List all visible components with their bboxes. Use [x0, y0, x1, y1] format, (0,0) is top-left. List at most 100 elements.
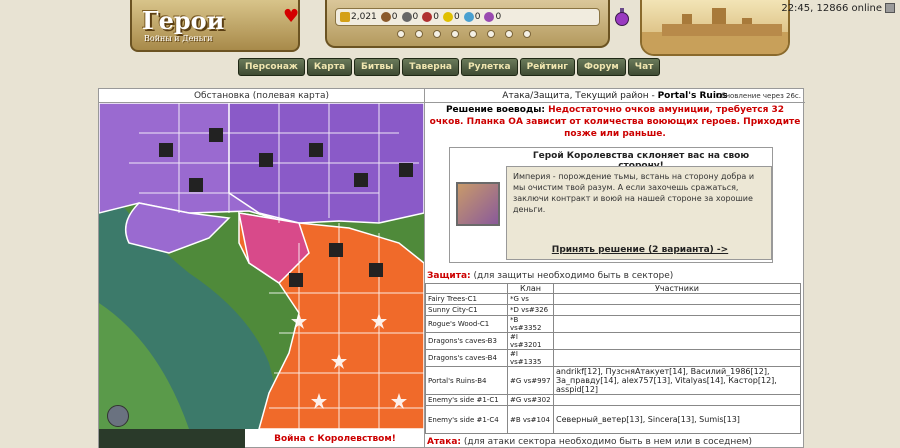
nav-button[interactable]: Рейтинг: [519, 58, 576, 76]
table-row: Dragons's caves-B4 #I vs#1335: [425, 349, 801, 367]
resource-value: 0: [412, 12, 419, 22]
online-icon[interactable]: [885, 3, 895, 13]
resource-item: 0: [380, 12, 398, 22]
participants-cell: [553, 332, 801, 350]
decision-label: Решение воеводы:: [445, 105, 549, 115]
army-slot[interactable]: [397, 30, 405, 38]
clan-cell: *B vs#3352: [507, 315, 554, 333]
table-row: Enemy's side #1-C4 #B vs#104 Северный_вете…: [425, 405, 801, 434]
sector-cell[interactable]: Enemy's side #1-C1: [425, 394, 508, 406]
defense-note: (для защиты необходимо быть в секторе): [470, 271, 674, 281]
castle-banner: [640, 0, 790, 56]
defense-label: Защита:: [427, 271, 471, 281]
sector-cell[interactable]: Rogue's Wood-C1: [425, 315, 508, 333]
clan-cell: *G vs: [507, 293, 554, 305]
sector-cell[interactable]: Dragons's caves-B3: [425, 332, 508, 350]
clan-cell: #I vs#1335: [507, 349, 554, 367]
defense-heading: Защита: (для защиты необходимо быть в се…: [427, 271, 673, 281]
col-participants: Участники: [553, 283, 801, 294]
resource-value: 0: [474, 12, 481, 22]
offer-box: Империя - порождение тьмы, встань на сто…: [506, 166, 772, 260]
nav-button[interactable]: Чат: [627, 58, 661, 76]
logo-title: Герои: [142, 6, 225, 35]
participants-cell: Северный_ветер[13], Sincera[13], Sumis[1…: [553, 405, 801, 434]
compass-icon[interactable]: [107, 405, 129, 427]
participants-cell: [553, 293, 801, 305]
sulfur-icon: [442, 12, 453, 22]
participants-cell: [553, 349, 801, 367]
attack-label: Атака:: [427, 437, 462, 447]
castle-icon: [642, 8, 788, 54]
map-title: Обстановка (полевая карта): [99, 89, 424, 103]
resource-item: 2,021: [340, 12, 377, 22]
logo-subtitle: Войны и Деньги: [144, 34, 213, 43]
table-row: Enemy's side #1-C1 #G vs#302: [425, 394, 801, 406]
attack-heading: Атака: (для атаки сектора необходимо быт…: [427, 437, 752, 447]
map-canvas[interactable]: [99, 103, 424, 429]
resource-bar: 2,021 0 0 0 0 0 0: [325, 0, 610, 48]
offer-text: Империя - порождение тьмы, встань на сто…: [513, 172, 755, 214]
refresh-timer: Обновление через 26с.: [715, 92, 801, 100]
army-slot[interactable]: [523, 30, 531, 38]
col-sector: [425, 283, 508, 294]
table-row: Fairy Trees-C1 *G vs: [425, 293, 801, 305]
war-panel: Обстановка (полевая карта) Война с Корол…: [98, 88, 805, 448]
clan-cell: *D vs#326: [507, 304, 554, 316]
army-slot[interactable]: [469, 30, 477, 38]
main-nav: Персонаж Карта Битвы Таверна Рулетка Рейтинг Ф…: [238, 58, 662, 76]
logo[interactable]: Герои Войны и Деньги: [130, 0, 406, 52]
battle-column: Атака/Защита, Текущий район - Portal's R…: [425, 89, 805, 448]
potion-icon[interactable]: [614, 8, 630, 26]
table-header: Клан Участники: [425, 283, 801, 294]
nav-button[interactable]: Таверна: [402, 58, 459, 76]
nav-button[interactable]: Битвы: [354, 58, 401, 76]
resource-value: 0: [453, 12, 460, 22]
clan-cell: #G vs#997: [507, 366, 554, 395]
wood-icon: [380, 12, 391, 22]
resource-value: 2,021: [351, 12, 377, 22]
defense-table: Клан Участники Fairy Trees-C1 *G vs Sunny …: [425, 283, 801, 434]
participants-cell: [553, 304, 801, 316]
resource-item: 0: [401, 12, 419, 22]
gem-icon: [484, 12, 495, 22]
nav-button[interactable]: Форум: [577, 58, 626, 76]
table-row: Rogue's Wood-C1 *B vs#3352: [425, 315, 801, 333]
district-prefix: Атака/Защита, Текущий район -: [502, 91, 658, 101]
clan-cell: #B vs#104: [507, 405, 554, 434]
decision-message: Решение воеводы: Недостаточно очков амун…: [425, 103, 805, 141]
resource-value: 0: [495, 12, 502, 22]
army-slot[interactable]: [487, 30, 495, 38]
attack-note: (для атаки сектора необходимо быть в нем…: [461, 437, 753, 447]
nav-button[interactable]: Рулетка: [461, 58, 518, 76]
sector-cell[interactable]: Sunny City-C1: [425, 304, 508, 316]
table-row: Portal's Ruins-B4 #G vs#997 andrikf[12], П…: [425, 366, 801, 395]
resource-item: 0: [463, 12, 481, 22]
accept-decision-link[interactable]: Принять решение (2 варианта) ->: [507, 245, 773, 255]
map-column: Обстановка (полевая карта) Война с Корол…: [99, 89, 425, 448]
hero-portrait: [456, 182, 500, 226]
crystal-icon: [463, 12, 474, 22]
offer-panel: Герой Королевства склоняет вас на свою с…: [449, 147, 773, 263]
sector-cell[interactable]: Enemy's side #1-C4: [425, 405, 508, 434]
nav-button[interactable]: Персонаж: [238, 58, 305, 76]
sector-cell[interactable]: Dragons's caves-B4: [425, 349, 508, 367]
participants-cell: [553, 394, 801, 406]
resource-item: 0: [442, 12, 460, 22]
army-slot[interactable]: [415, 30, 423, 38]
gold-icon: [340, 12, 350, 22]
army-slot[interactable]: [451, 30, 459, 38]
clan-cell: #I vs#3201: [507, 332, 554, 350]
nav-button[interactable]: Карта: [306, 58, 353, 76]
sector-cell[interactable]: Portal's Ruins-B4: [425, 366, 508, 395]
resource-list: 2,021 0 0 0 0 0 0: [335, 8, 600, 26]
header: Герои Войны и Деньги ♥ 2,021 0 0 0 0 0 0: [0, 0, 900, 88]
sector-cell[interactable]: Fairy Trees-C1: [425, 293, 508, 305]
participants-cell: [553, 315, 801, 333]
field-map[interactable]: [99, 103, 424, 429]
table-row: Sunny City-C1 *D vs#326: [425, 304, 801, 316]
heart-icon[interactable]: ♥: [283, 8, 301, 26]
resource-item: 0: [484, 12, 501, 22]
army-slot[interactable]: [433, 30, 441, 38]
army-slot[interactable]: [505, 30, 513, 38]
district-title: Атака/Защита, Текущий район - Portal's R…: [425, 89, 805, 103]
